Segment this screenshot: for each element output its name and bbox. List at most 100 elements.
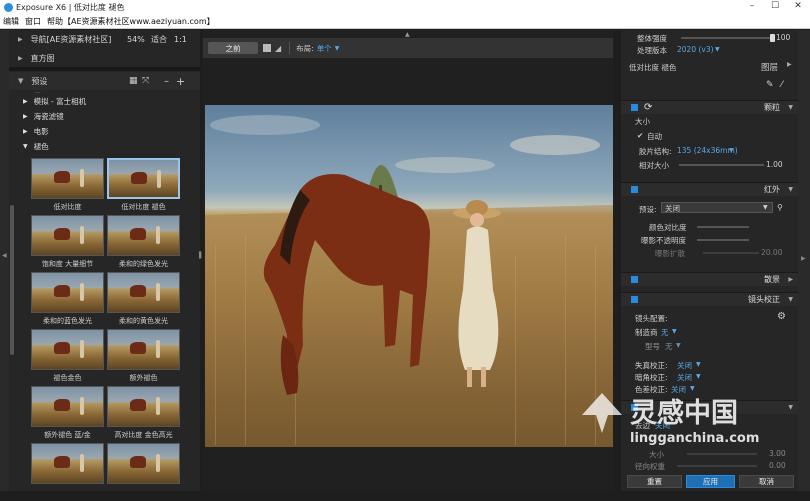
strength-slider[interactable]: [681, 34, 775, 42]
histogram-label: 直方图: [30, 53, 55, 63]
panel-toggle-icon[interactable]: [631, 186, 638, 193]
add-preset-icon[interactable]: +: [176, 75, 185, 88]
collapse-all-icon[interactable]: ⤧: [142, 76, 149, 86]
chevron-right-icon[interactable]: ▶: [787, 61, 792, 68]
infrared-header[interactable]: 红外 ▼: [621, 182, 798, 196]
slider-knob[interactable]: [770, 34, 775, 42]
chevron-down-icon[interactable]: ▼: [676, 342, 681, 349]
panel-toggle-icon[interactable]: [631, 296, 638, 303]
partial-tree-item: ...: [35, 88, 41, 95]
histogram-header[interactable]: ▶ 直方图: [9, 49, 200, 67]
chevron-down-icon[interactable]: ▼: [672, 328, 677, 335]
chevron-down-icon[interactable]: ▼: [788, 404, 793, 411]
brush-icon[interactable]: ◢: [275, 44, 281, 53]
vignette-dropdown[interactable]: 关闭: [677, 372, 692, 383]
before-button[interactable]: 之前: [208, 42, 258, 54]
panel-toggle-icon[interactable]: [631, 104, 638, 111]
ratio-button[interactable]: 1:1: [174, 35, 187, 44]
lens-header[interactable]: 镜头校正 ▼: [621, 292, 798, 306]
ir-opacity-slider[interactable]: [697, 239, 749, 241]
collapse-right-icon[interactable]: ▶: [801, 255, 806, 262]
pencil-icon[interactable]: ✎: [766, 80, 774, 90]
checkbox-icon[interactable]: ✔: [637, 131, 643, 140]
preset-thumbnail[interactable]: 低对比度: [31, 158, 104, 216]
navigator-header[interactable]: ▶ 导航[AE资源素材社区] 54% 适合 1:1: [9, 30, 200, 48]
maximize-button[interactable]: ☐: [768, 1, 782, 11]
grain-header[interactable]: ⟳ 颗粒 ▼: [621, 100, 798, 114]
collapse-top-icon[interactable]: ▲: [405, 31, 410, 38]
chevron-down-icon[interactable]: ▼: [715, 46, 720, 53]
compare-square-icon[interactable]: [263, 44, 271, 52]
refresh-icon[interactable]: ⟳: [644, 102, 652, 113]
strength-value[interactable]: 100: [776, 33, 790, 42]
chevron-down-icon[interactable]: ▼: [788, 296, 793, 303]
bokeh-header[interactable]: 散景 ▶: [621, 272, 798, 286]
edited-photo[interactable]: [205, 105, 613, 447]
reset-button[interactable]: 重置: [627, 475, 682, 488]
zoom-value[interactable]: 54%: [127, 35, 145, 44]
layout-dropdown[interactable]: 单个: [317, 43, 332, 54]
tree-item-film[interactable]: ▶ 电影: [23, 126, 49, 137]
preset-thumbnail[interactable]: [31, 443, 104, 501]
fit-button[interactable]: 适合: [151, 34, 167, 45]
right-collapse-strip[interactable]: ▶: [798, 30, 810, 491]
distortion-dropdown[interactable]: 关闭: [677, 360, 692, 371]
chevron-down-icon[interactable]: ▼: [335, 45, 340, 52]
preset-name: 低对比度 褪色: [629, 63, 677, 72]
preset-scrollbar[interactable]: [10, 205, 14, 355]
chevron-down-icon[interactable]: ▼: [696, 361, 701, 368]
radial-value[interactable]: 0.00: [769, 461, 786, 470]
minimize-button[interactable]: –: [745, 1, 759, 11]
remove-preset-icon[interactable]: –: [164, 76, 169, 87]
tree-item-label: 褪色: [33, 142, 49, 151]
cancel-button[interactable]: 取消: [739, 475, 794, 488]
preset-thumbnail[interactable]: 低对比度 褪色: [107, 158, 180, 216]
tree-item-fuji[interactable]: ▶ 模拟 - 富士相机: [23, 96, 86, 107]
ir-diffuse-slider[interactable]: [703, 252, 759, 254]
preset-thumbnail[interactable]: [107, 443, 180, 501]
maker-dropdown[interactable]: 无: [661, 327, 669, 338]
menu-edit[interactable]: 编辑: [3, 16, 19, 27]
preset-preview-image: [107, 272, 180, 313]
chevron-down-icon[interactable]: ▼: [696, 373, 701, 380]
brush-tool-icon[interactable]: ⁄: [781, 80, 783, 90]
close-button[interactable]: ✕: [791, 1, 805, 11]
version-dropdown[interactable]: 2020 (v3): [677, 45, 714, 54]
ir-contrast-slider[interactable]: [697, 226, 749, 228]
left-collapse-strip[interactable]: ◀: [0, 30, 9, 491]
apply-button[interactable]: 应用: [686, 475, 735, 488]
preset-preview-image: [31, 443, 104, 484]
gear-icon[interactable]: ⚙: [777, 311, 786, 322]
ir-diffuse-value[interactable]: 20.00: [761, 248, 782, 257]
model-dropdown[interactable]: 无: [665, 341, 673, 352]
tree-item-haici[interactable]: ▶ 海瓷滤镜: [23, 111, 64, 122]
preset-thumbnail[interactable]: 额外褪色 蓝/金: [31, 386, 104, 444]
canvas-toolbar: 之前 ◢ 布局: 单个 ▼: [203, 38, 613, 58]
menu-help[interactable]: 帮助【AE资源素材社区www.aeziyuan.com】: [47, 16, 215, 27]
panel-toggle-icon[interactable]: [631, 276, 638, 283]
relative-size-slider[interactable]: [679, 164, 764, 166]
ir-preset-select[interactable]: 关闭 ▼: [661, 202, 773, 213]
preset-thumbnail[interactable]: 褪色金色: [31, 329, 104, 387]
tree-item-fade[interactable]: ▼ 褪色: [23, 141, 49, 152]
preset-thumbnail[interactable]: 柔和的绿色发光: [107, 215, 180, 273]
menu-window[interactable]: 窗口: [25, 16, 41, 27]
preset-thumbnail[interactable]: 饱和度 大量细节: [31, 215, 104, 273]
radial-slider[interactable]: [677, 465, 757, 467]
preset-thumbnail[interactable]: 高对比度 金色高光: [107, 386, 180, 444]
preset-thumbnail[interactable]: 柔和的黄色发光: [107, 272, 180, 330]
lens-config-label: 镜头配置:: [635, 314, 668, 323]
preset-thumbnail[interactable]: 柔和的蓝色发光: [31, 272, 104, 330]
relative-size-value[interactable]: 1.00: [766, 160, 783, 169]
chevron-down-icon[interactable]: ▼: [729, 147, 734, 154]
preset-thumbnail[interactable]: 额外褪色: [107, 329, 180, 387]
left-panel-handle-icon[interactable]: ▌: [199, 252, 204, 259]
chevron-down-icon[interactable]: ▼: [788, 186, 793, 193]
collapse-left-icon[interactable]: ◀: [2, 252, 7, 259]
chevron-right-icon[interactable]: ▶: [788, 276, 793, 283]
chevron-down-icon[interactable]: ▼: [788, 104, 793, 111]
grid-view-icon[interactable]: ▦: [129, 76, 138, 86]
preset-preview-image: [31, 272, 104, 313]
tree-item-label: 模拟 - 富士相机: [33, 97, 87, 106]
picker-icon[interactable]: ⚲: [777, 203, 783, 212]
